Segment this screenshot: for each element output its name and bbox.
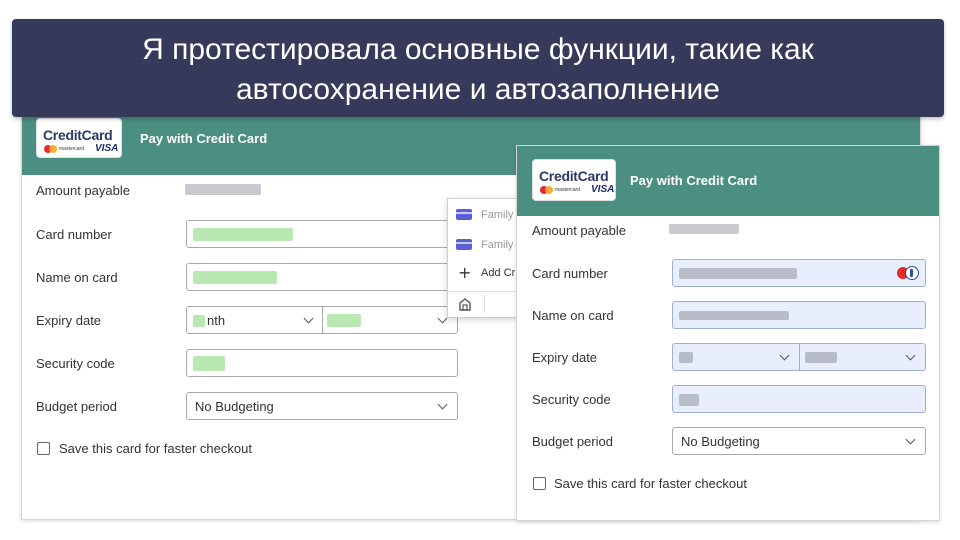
- logo-wordmark: CreditCard: [43, 127, 113, 143]
- expiry-month-redacted: [193, 315, 205, 327]
- visa-logo: VISA: [95, 143, 119, 154]
- name-on-card-label: Name on card: [532, 308, 614, 323]
- home-icon[interactable]: [458, 297, 472, 311]
- chevron-down-icon[interactable]: [905, 350, 916, 361]
- autofill-item[interactable]: Family: [448, 201, 518, 229]
- autofill-dropdown: Family Family + Add Cr: [447, 198, 518, 318]
- save-card-checkbox[interactable]: [533, 477, 546, 490]
- autofill-item-label: Family: [481, 239, 514, 251]
- add-card-item[interactable]: + Add Cr: [448, 259, 518, 287]
- credit-card-logo: CreditCard mastercard VISA: [532, 159, 616, 201]
- credit-card-icon: [456, 209, 472, 220]
- expiry-year-redacted[interactable]: [327, 314, 361, 327]
- security-code-label: Security code: [36, 356, 115, 371]
- security-code-redacted: [193, 356, 225, 371]
- autofill-item[interactable]: Family: [448, 231, 518, 259]
- expiry-date-field: nth: [186, 306, 458, 334]
- amount-value-redacted: [669, 224, 739, 234]
- right-header-title: Pay with Credit Card: [630, 173, 758, 188]
- save-card-label: Save this card for faster checkout: [59, 441, 252, 456]
- plus-icon: +: [458, 263, 472, 282]
- save-card-label: Save this card for faster checkout: [554, 476, 747, 491]
- security-code-input[interactable]: [672, 385, 926, 413]
- right-form-header: CreditCard mastercard VISA Pay with Cred…: [517, 146, 939, 216]
- budget-period-label: Budget period: [532, 434, 613, 449]
- mastercard-icon: [540, 186, 554, 194]
- visa-logo: VISA: [591, 184, 615, 195]
- expiry-date-field: [672, 343, 926, 371]
- card-number-redacted: [679, 268, 797, 279]
- budget-period-label: Budget period: [36, 399, 117, 414]
- budget-period-select[interactable]: No Budgeting: [672, 427, 926, 455]
- card-number-label: Card number: [532, 266, 608, 281]
- dropdown-separator: [448, 291, 518, 292]
- expiry-year-redacted[interactable]: [805, 352, 837, 363]
- name-redacted: [193, 271, 277, 284]
- name-on-card-input[interactable]: [672, 301, 926, 329]
- save-card-checkbox[interactable]: [37, 442, 50, 455]
- security-code-label: Security code: [532, 392, 611, 407]
- add-card-label: Add Cr: [481, 267, 516, 279]
- logo-wordmark: CreditCard: [539, 168, 609, 184]
- chevron-down-icon[interactable]: [779, 350, 790, 361]
- credit-card-icon: [456, 239, 472, 250]
- expiry-divider: [322, 307, 323, 333]
- mastercard-text: mastercard: [59, 146, 85, 152]
- amount-payable-label: Amount payable: [36, 183, 130, 198]
- name-on-card-input[interactable]: [186, 263, 458, 291]
- autofill-item-label: Family: [481, 209, 514, 221]
- amount-payable-label: Amount payable: [532, 223, 626, 238]
- budget-period-value: No Budgeting: [681, 434, 760, 449]
- password-manager-icon[interactable]: [897, 266, 919, 280]
- mastercard-icon: [44, 145, 58, 153]
- expiry-month-redacted[interactable]: [679, 352, 693, 363]
- expiry-month-select[interactable]: nth: [207, 313, 225, 328]
- security-code-input[interactable]: [186, 349, 458, 377]
- caption-line-2: автосохранение и автозаполнение: [236, 73, 720, 106]
- expiry-date-label: Expiry date: [36, 313, 102, 328]
- screenshot-stage: Я протестировала основные функции, такие…: [0, 0, 960, 540]
- security-code-redacted: [679, 394, 699, 406]
- amount-value-redacted: [185, 184, 261, 195]
- card-number-input[interactable]: [672, 259, 926, 287]
- right-payment-form: CreditCard mastercard VISA Pay with Cred…: [516, 145, 940, 521]
- card-number-input[interactable]: [186, 220, 458, 248]
- left-header-title: Pay with Credit Card: [140, 131, 268, 146]
- chevron-down-icon[interactable]: [437, 313, 448, 324]
- name-on-card-label: Name on card: [36, 270, 118, 285]
- caption-banner: Я протестировала основные функции, такие…: [12, 19, 944, 117]
- dropdown-footer-divider: [484, 295, 485, 313]
- card-number-redacted: [193, 228, 293, 241]
- credit-card-logo: CreditCard mastercard VISA: [36, 118, 122, 158]
- chevron-down-icon[interactable]: [437, 399, 448, 410]
- budget-period-select[interactable]: No Budgeting: [186, 392, 458, 420]
- name-redacted: [679, 311, 789, 320]
- chevron-down-icon[interactable]: [303, 313, 314, 324]
- chevron-down-icon[interactable]: [905, 434, 916, 445]
- expiry-date-label: Expiry date: [532, 350, 598, 365]
- caption-line-1: Я протестировала основные функции, такие…: [142, 33, 814, 66]
- mastercard-text: mastercard: [555, 187, 581, 193]
- card-number-label: Card number: [36, 227, 112, 242]
- expiry-divider: [799, 344, 800, 370]
- budget-period-value: No Budgeting: [195, 399, 274, 414]
